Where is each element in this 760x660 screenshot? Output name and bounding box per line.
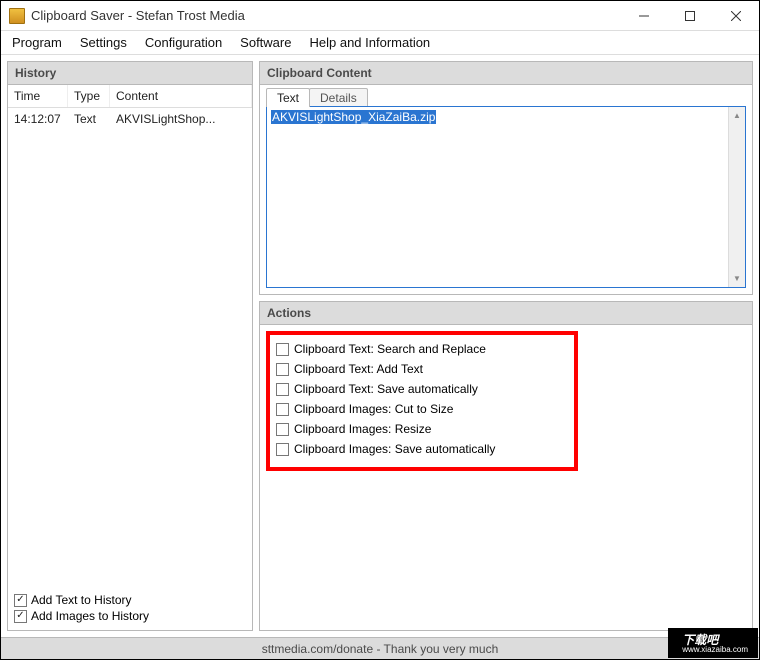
checkbox-icon xyxy=(276,383,289,396)
menu-program[interactable]: Program xyxy=(3,32,71,53)
actions-highlight-box: Clipboard Text: Search and Replace Clipb… xyxy=(266,331,578,471)
checkbox-icon xyxy=(14,594,27,607)
action-label: Clipboard Images: Save automatically xyxy=(294,442,495,456)
scrollbar-vertical[interactable]: ▲ ▼ xyxy=(728,107,745,287)
clipboard-tabs: Text Details xyxy=(260,86,752,107)
status-text: sttmedia.com/donate - Thank you very muc… xyxy=(262,642,499,656)
menu-help[interactable]: Help and Information xyxy=(300,32,439,53)
history-footer: Add Text to History Add Images to Histor… xyxy=(8,589,252,630)
left-pane: History Time Type Content 14:12:07 Text … xyxy=(7,61,253,631)
checkbox-icon xyxy=(276,423,289,436)
titlebar: Clipboard Saver - Stefan Trost Media xyxy=(1,1,759,31)
actions-header: Actions xyxy=(260,302,752,325)
clipboard-header: Clipboard Content xyxy=(260,62,752,85)
checkbox-icon xyxy=(14,610,27,623)
col-content[interactable]: Content xyxy=(110,85,252,107)
scroll-down-icon: ▼ xyxy=(729,270,745,287)
cell-content: AKVISLightShop... xyxy=(110,108,252,130)
history-panel: History Time Type Content 14:12:07 Text … xyxy=(7,61,253,631)
action-save-text[interactable]: Clipboard Text: Save automatically xyxy=(276,379,568,399)
action-label: Clipboard Images: Resize xyxy=(294,422,431,436)
history-table: Time Type Content 14:12:07 Text AKVISLig… xyxy=(8,85,252,589)
scroll-up-icon: ▲ xyxy=(729,107,745,124)
actions-body: Clipboard Text: Search and Replace Clipb… xyxy=(260,325,752,630)
menubar: Program Settings Configuration Software … xyxy=(1,31,759,55)
clipboard-panel: Clipboard Content Text Details AKVISLigh… xyxy=(259,61,753,295)
minimize-button[interactable] xyxy=(621,1,667,31)
col-type[interactable]: Type xyxy=(68,85,110,107)
menu-configuration[interactable]: Configuration xyxy=(136,32,231,53)
action-resize[interactable]: Clipboard Images: Resize xyxy=(276,419,568,439)
history-header: History xyxy=(8,62,252,85)
clipboard-textbox[interactable]: AKVISLightShop_XiaZaiBa.zip ▲ ▼ xyxy=(266,106,746,288)
cell-type: Text xyxy=(68,108,110,130)
statusbar: sttmedia.com/donate - Thank you very muc… xyxy=(1,637,759,659)
col-time[interactable]: Time xyxy=(8,85,68,107)
checkbox-add-images[interactable]: Add Images to History xyxy=(14,608,246,624)
action-cut-size[interactable]: Clipboard Images: Cut to Size xyxy=(276,399,568,419)
checkbox-icon xyxy=(276,403,289,416)
menu-software[interactable]: Software xyxy=(231,32,300,53)
actions-panel: Actions Clipboard Text: Search and Repla… xyxy=(259,301,753,631)
tab-details[interactable]: Details xyxy=(309,88,368,107)
checkbox-icon xyxy=(276,443,289,456)
action-label: Clipboard Images: Cut to Size xyxy=(294,402,453,416)
watermark-sub: www.xiazaiba.com xyxy=(682,646,748,654)
main-content: History Time Type Content 14:12:07 Text … xyxy=(1,55,759,637)
close-button[interactable] xyxy=(713,1,759,31)
window-title: Clipboard Saver - Stefan Trost Media xyxy=(31,8,621,23)
watermark: 下载吧 www.xiazaiba.com xyxy=(668,628,758,658)
checkbox-icon xyxy=(276,343,289,356)
action-search-replace[interactable]: Clipboard Text: Search and Replace xyxy=(276,339,568,359)
action-label: Clipboard Text: Save automatically xyxy=(294,382,478,396)
history-columns: Time Type Content xyxy=(8,85,252,108)
checkbox-add-text[interactable]: Add Text to History xyxy=(14,592,246,608)
action-label: Clipboard Text: Search and Replace xyxy=(294,342,486,356)
app-window: Clipboard Saver - Stefan Trost Media Pro… xyxy=(0,0,760,660)
cell-time: 14:12:07 xyxy=(8,108,68,130)
action-save-images[interactable]: Clipboard Images: Save automatically xyxy=(276,439,568,459)
checkbox-label: Add Images to History xyxy=(31,609,149,623)
checkbox-icon xyxy=(276,363,289,376)
tab-text[interactable]: Text xyxy=(266,88,310,107)
action-add-text[interactable]: Clipboard Text: Add Text xyxy=(276,359,568,379)
maximize-button[interactable] xyxy=(667,1,713,31)
clipboard-selected-text: AKVISLightShop_XiaZaiBa.zip xyxy=(271,110,436,124)
menu-settings[interactable]: Settings xyxy=(71,32,136,53)
checkbox-label: Add Text to History xyxy=(31,593,132,607)
action-label: Clipboard Text: Add Text xyxy=(294,362,423,376)
app-icon xyxy=(9,8,25,24)
history-row[interactable]: 14:12:07 Text AKVISLightShop... xyxy=(8,108,252,130)
right-pane: Clipboard Content Text Details AKVISLigh… xyxy=(259,61,753,631)
